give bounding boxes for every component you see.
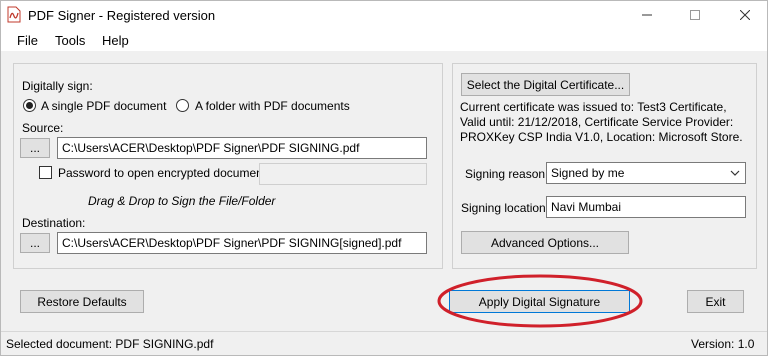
drag-drop-hint: Drag & Drop to Sign the File/Folder [88,194,276,208]
folder-pdf-radio[interactable] [176,99,189,112]
pdf-signer-window: PDF Signer - Registered version File Too… [0,0,768,356]
destination-path-input[interactable]: C:\Users\ACER\Desktop\PDF Signer\PDF SIG… [57,232,427,254]
selected-document-status: Selected document: PDF SIGNING.pdf [6,337,214,351]
single-pdf-label[interactable]: A single PDF document [41,99,166,113]
destination-browse-button[interactable]: ... [20,233,50,253]
single-pdf-radio[interactable] [23,99,36,112]
select-certificate-button[interactable]: Select the Digital Certificate... [461,73,630,96]
menu-file[interactable]: File [17,33,38,48]
menu-help[interactable]: Help [102,33,129,48]
exit-button[interactable]: Exit [687,290,744,313]
version-status: Version: 1.0 [691,337,755,351]
folder-pdf-label[interactable]: A folder with PDF documents [195,99,350,113]
status-bar: Selected document: PDF SIGNING.pdf Versi… [1,331,767,355]
minimize-button[interactable] [627,1,667,29]
pdf-signer-app-icon [7,6,21,23]
source-label: Source: [22,121,64,135]
password-checkbox[interactable] [39,166,52,179]
source-path-input[interactable]: C:\Users\ACER\Desktop\PDF Signer\PDF SIG… [57,137,427,159]
certificate-info-text: Current certificate was issued to: Test3… [460,100,743,144]
signing-location-input[interactable]: Navi Mumbai [546,196,746,218]
minimize-icon [642,14,652,16]
destination-label: Destination: [22,216,86,230]
apply-digital-signature-button[interactable]: Apply Digital Signature [449,290,630,313]
password-input[interactable] [259,163,427,185]
maximize-icon [690,10,700,20]
chevron-down-icon [728,166,742,180]
maximize-button[interactable] [675,1,715,29]
window-title: PDF Signer - Registered version [28,8,216,23]
signing-reason-dropdown[interactable]: Signed by me [546,162,746,184]
restore-defaults-button[interactable]: Restore Defaults [20,290,144,313]
title-bar: PDF Signer - Registered version [1,1,767,29]
close-button[interactable] [725,1,765,29]
source-browse-button[interactable]: ... [20,138,50,158]
signing-location-label: Signing location: [461,201,550,215]
digitally-sign-label: Digitally sign: [22,79,93,93]
menu-bar: File Tools Help [1,29,767,51]
signing-reason-value: Signed by me [551,166,625,180]
close-icon [740,10,750,20]
advanced-options-button[interactable]: Advanced Options... [461,231,629,254]
menu-tools[interactable]: Tools [55,33,85,48]
signing-reason-label: Signing reason: [465,167,549,181]
password-label[interactable]: Password to open encrypted documents: [58,166,275,180]
